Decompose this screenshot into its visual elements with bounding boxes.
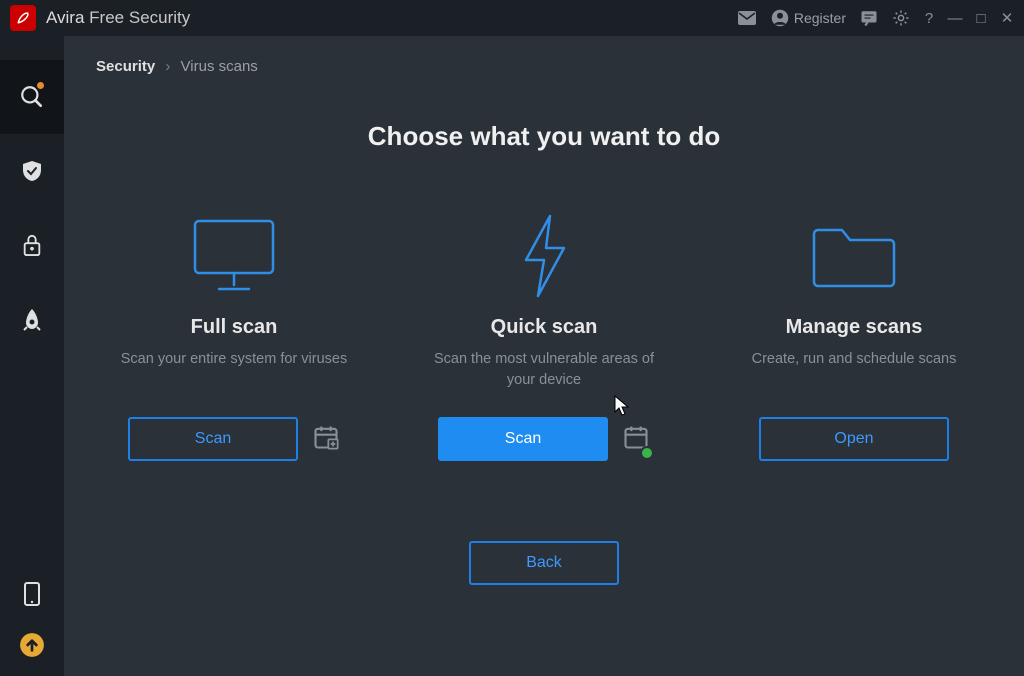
card-manage-scans: Manage scans Create, run and schedule sc… bbox=[724, 212, 984, 461]
card-title: Manage scans bbox=[786, 316, 923, 339]
sidebar-item-upgrade[interactable] bbox=[0, 622, 64, 668]
register-label: Register bbox=[794, 10, 846, 26]
sidebar-item-privacy[interactable] bbox=[0, 208, 64, 282]
card-desc: Create, run and schedule scans bbox=[746, 349, 963, 393]
sidebar-item-performance[interactable] bbox=[0, 282, 64, 356]
register-button[interactable]: Register bbox=[771, 9, 846, 27]
card-full-scan: Full scan Scan your entire system for vi… bbox=[104, 212, 364, 461]
titlebar: Avira Free Security Register ? — □ ✕ bbox=[0, 0, 1024, 36]
app-subtitle: Free Security bbox=[89, 8, 190, 27]
mail-icon[interactable] bbox=[737, 10, 757, 26]
close-button[interactable]: ✕ bbox=[1000, 9, 1014, 27]
app-title: Avira Free Security bbox=[46, 8, 190, 28]
calendar-add-icon[interactable] bbox=[312, 423, 340, 456]
card-desc: Scan the most vulnerable areas of your d… bbox=[414, 349, 674, 393]
gear-icon[interactable] bbox=[892, 9, 910, 27]
sidebar-item-status[interactable] bbox=[0, 60, 64, 134]
sidebar-item-mobile[interactable] bbox=[0, 566, 64, 622]
card-title: Quick scan bbox=[491, 316, 598, 339]
notification-badge bbox=[37, 82, 44, 89]
quick-scan-button[interactable]: Scan bbox=[438, 417, 608, 461]
breadcrumb-current: Virus scans bbox=[181, 58, 258, 75]
manage-scans-button[interactable]: Open bbox=[759, 417, 949, 461]
folder-icon bbox=[808, 212, 900, 300]
maximize-button[interactable]: □ bbox=[974, 10, 988, 27]
card-desc: Scan your entire system for viruses bbox=[115, 349, 353, 393]
avira-logo bbox=[10, 5, 36, 31]
card-title: Full scan bbox=[191, 316, 278, 339]
help-icon[interactable]: ? bbox=[922, 10, 936, 27]
sidebar bbox=[0, 36, 64, 676]
minimize-button[interactable]: — bbox=[948, 10, 962, 27]
monitor-icon bbox=[191, 212, 277, 300]
breadcrumb-sep: › bbox=[165, 58, 170, 75]
page-title: Choose what you want to do bbox=[104, 121, 984, 152]
brand-name: Avira bbox=[46, 8, 84, 27]
scan-options: Full scan Scan your entire system for vi… bbox=[104, 212, 984, 461]
check-badge bbox=[640, 446, 654, 460]
breadcrumb-root[interactable]: Security bbox=[96, 58, 155, 75]
full-scan-button[interactable]: Scan bbox=[128, 417, 298, 461]
card-quick-scan: Quick scan Scan the most vulnerable area… bbox=[414, 212, 674, 461]
back-button[interactable]: Back bbox=[469, 541, 619, 585]
sidebar-item-security[interactable] bbox=[0, 134, 64, 208]
main-content: Security › Virus scans Choose what you w… bbox=[64, 36, 1024, 676]
breadcrumb[interactable]: Security › Virus scans bbox=[96, 58, 984, 75]
calendar-check-icon[interactable] bbox=[622, 423, 650, 456]
feedback-icon[interactable] bbox=[860, 9, 878, 27]
bolt-icon bbox=[514, 212, 574, 300]
